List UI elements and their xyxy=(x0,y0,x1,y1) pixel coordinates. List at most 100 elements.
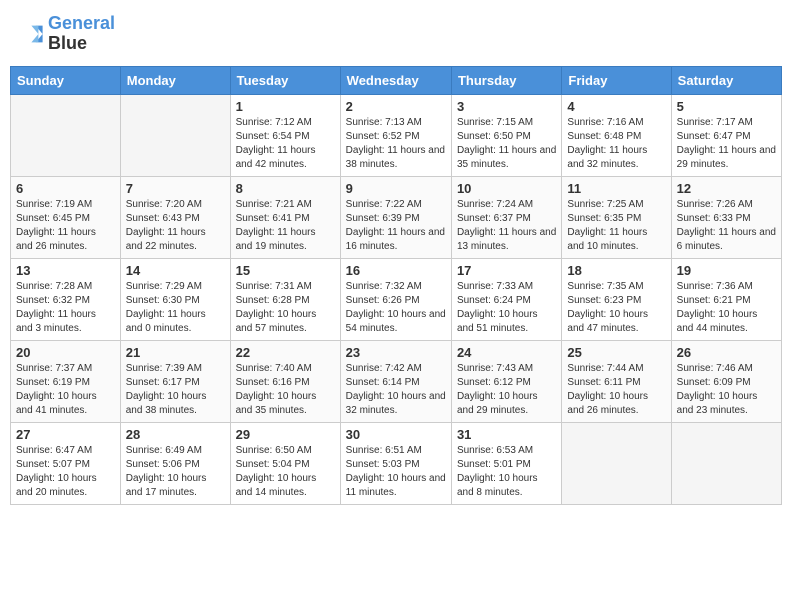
day-number: 19 xyxy=(677,263,776,278)
day-info: Sunrise: 7:37 AMSunset: 6:19 PMDaylight:… xyxy=(16,362,115,418)
day-info: Sunrise: 7:15 AMSunset: 6:50 PMDaylight:… xyxy=(457,116,556,172)
calendar-cell: 8 Sunrise: 7:21 AMSunset: 6:41 PMDaylight… xyxy=(230,176,340,258)
day-number: 28 xyxy=(126,427,225,442)
calendar-cell: 20 Sunrise: 7:37 AMSunset: 6:19 PMDayligh… xyxy=(11,340,121,422)
day-info: Sunrise: 7:26 AMSunset: 6:33 PMDaylight:… xyxy=(677,198,776,254)
day-info: Sunrise: 7:36 AMSunset: 6:21 PMDaylight:… xyxy=(677,280,776,336)
calendar-cell: 26Sunrise: 7:46 AMSunset: 6:09 PMDayligh… xyxy=(671,340,781,422)
calendar-cell: 3 Sunrise: 7:15 AMSunset: 6:50 PMDaylight… xyxy=(451,94,561,176)
day-number: 22 xyxy=(236,345,335,360)
logo-icon xyxy=(16,20,44,48)
calendar-week-4: 27 Sunrise: 6:47 AMSunset: 5:07 PMDayligh… xyxy=(11,422,782,504)
calendar-cell: 11 Sunrise: 7:25 AMSunset: 6:35 PMDayligh… xyxy=(562,176,671,258)
day-number: 17 xyxy=(457,263,556,278)
day-number: 29 xyxy=(236,427,335,442)
day-header-friday: Friday xyxy=(562,66,671,94)
calendar-cell: 14 Sunrise: 7:29 AMSunset: 6:30 PMDayligh… xyxy=(120,258,230,340)
day-number: 31 xyxy=(457,427,556,442)
day-number: 8 xyxy=(236,181,335,196)
day-info: Sunrise: 7:33 AMSunset: 6:24 PMDaylight:… xyxy=(457,280,556,336)
calendar-cell: 22 Sunrise: 7:40 AMSunset: 6:16 PMDayligh… xyxy=(230,340,340,422)
day-info: Sunrise: 6:50 AMSunset: 5:04 PMDaylight:… xyxy=(236,444,335,500)
day-number: 24 xyxy=(457,345,556,360)
day-info: Sunrise: 6:47 AMSunset: 5:07 PMDaylight:… xyxy=(16,444,115,500)
day-info: Sunrise: 7:31 AMSunset: 6:28 PMDaylight:… xyxy=(236,280,335,336)
calendar-cell: 29 Sunrise: 6:50 AMSunset: 5:04 PMDayligh… xyxy=(230,422,340,504)
day-info: Sunrise: 7:21 AMSunset: 6:41 PMDaylight:… xyxy=(236,198,335,254)
day-info: Sunrise: 7:39 AMSunset: 6:17 PMDaylight:… xyxy=(126,362,225,418)
calendar-cell: 4Sunrise: 7:16 AMSunset: 6:48 PMDaylight… xyxy=(562,94,671,176)
calendar-week-1: 6Sunrise: 7:19 AMSunset: 6:45 PMDaylight… xyxy=(11,176,782,258)
day-number: 14 xyxy=(126,263,225,278)
day-info: Sunrise: 6:53 AMSunset: 5:01 PMDaylight:… xyxy=(457,444,556,500)
calendar-cell: 30Sunrise: 6:51 AMSunset: 5:03 PMDayligh… xyxy=(340,422,451,504)
day-number: 16 xyxy=(346,263,446,278)
day-info: Sunrise: 7:44 AMSunset: 6:11 PMDaylight:… xyxy=(567,362,665,418)
calendar-cell xyxy=(671,422,781,504)
day-header-sunday: Sunday xyxy=(11,66,121,94)
day-number: 4 xyxy=(567,99,665,114)
day-number: 1 xyxy=(236,99,335,114)
day-info: Sunrise: 6:49 AMSunset: 5:06 PMDaylight:… xyxy=(126,444,225,500)
calendar-cell: 10 Sunrise: 7:24 AMSunset: 6:37 PMDayligh… xyxy=(451,176,561,258)
day-number: 21 xyxy=(126,345,225,360)
day-number: 25 xyxy=(567,345,665,360)
day-info: Sunrise: 7:22 AMSunset: 6:39 PMDaylight:… xyxy=(346,198,446,254)
calendar-week-3: 20 Sunrise: 7:37 AMSunset: 6:19 PMDayligh… xyxy=(11,340,782,422)
calendar-cell: 23Sunrise: 7:42 AMSunset: 6:14 PMDayligh… xyxy=(340,340,451,422)
calendar-cell xyxy=(11,94,121,176)
day-header-monday: Monday xyxy=(120,66,230,94)
calendar-cell: 1 Sunrise: 7:12 AMSunset: 6:54 PMDaylight… xyxy=(230,94,340,176)
day-info: Sunrise: 7:25 AMSunset: 6:35 PMDaylight:… xyxy=(567,198,665,254)
day-info: Sunrise: 7:24 AMSunset: 6:37 PMDaylight:… xyxy=(457,198,556,254)
calendar-week-2: 13 Sunrise: 7:28 AMSunset: 6:32 PMDayligh… xyxy=(11,258,782,340)
logo: General Blue xyxy=(16,14,115,54)
logo-text: General Blue xyxy=(48,14,115,54)
calendar-table: SundayMondayTuesdayWednesdayThursdayFrid… xyxy=(10,66,782,505)
day-number: 7 xyxy=(126,181,225,196)
day-number: 13 xyxy=(16,263,115,278)
calendar-cell: 19 Sunrise: 7:36 AMSunset: 6:21 PMDayligh… xyxy=(671,258,781,340)
calendar-cell: 17 Sunrise: 7:33 AMSunset: 6:24 PMDayligh… xyxy=(451,258,561,340)
calendar-cell: 13 Sunrise: 7:28 AMSunset: 6:32 PMDayligh… xyxy=(11,258,121,340)
calendar-cell: 25 Sunrise: 7:44 AMSunset: 6:11 PMDayligh… xyxy=(562,340,671,422)
day-info: Sunrise: 7:29 AMSunset: 6:30 PMDaylight:… xyxy=(126,280,225,336)
day-info: Sunrise: 7:46 AMSunset: 6:09 PMDaylight:… xyxy=(677,362,776,418)
calendar-cell: 24Sunrise: 7:43 AMSunset: 6:12 PMDayligh… xyxy=(451,340,561,422)
day-header-thursday: Thursday xyxy=(451,66,561,94)
day-number: 18 xyxy=(567,263,665,278)
calendar-cell: 5 Sunrise: 7:17 AMSunset: 6:47 PMDaylight… xyxy=(671,94,781,176)
day-number: 5 xyxy=(677,99,776,114)
calendar-cell: 27 Sunrise: 6:47 AMSunset: 5:07 PMDayligh… xyxy=(11,422,121,504)
day-header-saturday: Saturday xyxy=(671,66,781,94)
day-number: 2 xyxy=(346,99,446,114)
calendar-cell: 18Sunrise: 7:35 AMSunset: 6:23 PMDayligh… xyxy=(562,258,671,340)
day-header-tuesday: Tuesday xyxy=(230,66,340,94)
day-header-wednesday: Wednesday xyxy=(340,66,451,94)
page-header: General Blue xyxy=(10,10,782,58)
calendar-cell: 21 Sunrise: 7:39 AMSunset: 6:17 PMDayligh… xyxy=(120,340,230,422)
day-info: Sunrise: 7:20 AMSunset: 6:43 PMDaylight:… xyxy=(126,198,225,254)
day-info: Sunrise: 7:17 AMSunset: 6:47 PMDaylight:… xyxy=(677,116,776,172)
day-number: 20 xyxy=(16,345,115,360)
day-number: 3 xyxy=(457,99,556,114)
day-info: Sunrise: 7:40 AMSunset: 6:16 PMDaylight:… xyxy=(236,362,335,418)
calendar-cell: 31 Sunrise: 6:53 AMSunset: 5:01 PMDayligh… xyxy=(451,422,561,504)
day-number: 9 xyxy=(346,181,446,196)
day-number: 6 xyxy=(16,181,115,196)
day-number: 15 xyxy=(236,263,335,278)
calendar-cell: 16 Sunrise: 7:32 AMSunset: 6:26 PMDayligh… xyxy=(340,258,451,340)
calendar-cell xyxy=(120,94,230,176)
day-info: Sunrise: 7:13 AMSunset: 6:52 PMDaylight:… xyxy=(346,116,446,172)
day-number: 30 xyxy=(346,427,446,442)
calendar-cell: 28 Sunrise: 6:49 AMSunset: 5:06 PMDayligh… xyxy=(120,422,230,504)
day-info: Sunrise: 7:32 AMSunset: 6:26 PMDaylight:… xyxy=(346,280,446,336)
day-number: 11 xyxy=(567,181,665,196)
calendar-cell xyxy=(562,422,671,504)
day-info: Sunrise: 7:12 AMSunset: 6:54 PMDaylight:… xyxy=(236,116,335,172)
day-number: 10 xyxy=(457,181,556,196)
day-info: Sunrise: 7:28 AMSunset: 6:32 PMDaylight:… xyxy=(16,280,115,336)
day-number: 23 xyxy=(346,345,446,360)
calendar-week-0: 1 Sunrise: 7:12 AMSunset: 6:54 PMDaylight… xyxy=(11,94,782,176)
day-number: 27 xyxy=(16,427,115,442)
